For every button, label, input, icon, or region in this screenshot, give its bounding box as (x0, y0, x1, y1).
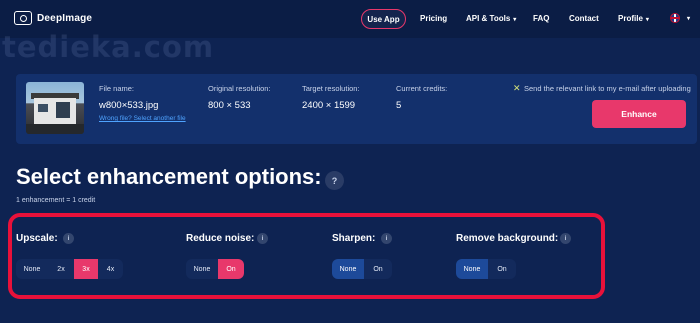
eye-logo-icon (14, 11, 32, 25)
upscale-option-3x[interactable]: 3x (74, 259, 98, 279)
chevron-down-icon[interactable]: ▾ (687, 15, 690, 22)
options-highlight-frame (8, 213, 605, 299)
upscale-option-2x[interactable]: 2x (48, 259, 74, 279)
nav-menu: Use App Pricing API & Tools ▾ FAQ Contact… (361, 9, 690, 29)
nav-pricing[interactable]: Pricing (420, 14, 447, 23)
target-resolution-label: Target resolution: (302, 84, 360, 93)
enhance-button[interactable]: Enhance (592, 100, 686, 128)
uploaded-image-thumbnail (26, 82, 84, 134)
credits-value: 5 (396, 100, 402, 111)
watermark: tedieka.com (2, 30, 215, 64)
upscale-option-none[interactable]: None (16, 259, 48, 279)
nav-api-tools[interactable]: API & Tools ▾ (466, 14, 516, 23)
original-resolution-label: Original resolution: (208, 84, 271, 93)
help-icon[interactable]: ? (325, 171, 344, 190)
reduce-noise-info-icon[interactable]: i (257, 233, 268, 244)
nav-profile-label: Profile (618, 14, 643, 23)
file-name-label: File name: (99, 84, 135, 93)
sharpen-label: Sharpen: (332, 233, 376, 244)
select-another-file-link[interactable]: Wrong file? Select another file (99, 115, 186, 122)
file-info-card: File name: w800×533.jpg Wrong file? Sele… (16, 74, 697, 144)
logo[interactable]: DeepImage (14, 11, 92, 25)
email-checkbox[interactable]: ✕ (513, 83, 521, 94)
reduce-noise-selector: None On (186, 259, 244, 279)
chevron-down-icon: ▾ (645, 17, 649, 23)
remove-background-label: Remove background: (456, 233, 559, 244)
remove-background-selector: None On (456, 259, 516, 279)
language-flag-icon[interactable] (670, 13, 680, 23)
page-title: Select enhancement options: (16, 164, 322, 189)
use-app-button[interactable]: Use App (361, 9, 406, 29)
upscale-option-4x[interactable]: 4x (98, 259, 123, 279)
reduce-noise-label: Reduce noise: (186, 233, 255, 244)
credit-note: 1 enhancement = 1 credit (16, 197, 96, 204)
logo-text: DeepImage (37, 12, 93, 24)
sharpen-info-icon[interactable]: i (381, 233, 392, 244)
sharpen-selector: None On (332, 259, 392, 279)
nav-faq[interactable]: FAQ (533, 14, 549, 23)
email-checkbox-label: Send the relevant link to my e-mail afte… (524, 84, 691, 93)
credits-label: Current credits: (396, 84, 448, 93)
reduce-noise-option-on[interactable]: On (218, 259, 244, 279)
upscale-label: Upscale: (16, 233, 58, 244)
sharpen-option-none[interactable]: None (332, 259, 364, 279)
original-resolution-value: 800 × 533 (208, 100, 251, 111)
nav-profile[interactable]: Profile ▾ (618, 14, 649, 23)
upscale-info-icon[interactable]: i (63, 233, 74, 244)
nav-contact[interactable]: Contact (569, 14, 599, 23)
chevron-down-icon: ▾ (513, 17, 517, 23)
nav-api-tools-label: API & Tools (466, 14, 511, 23)
target-resolution-value: 2400 × 1599 (302, 100, 356, 111)
remove-background-option-on[interactable]: On (488, 259, 516, 279)
remove-background-option-none[interactable]: None (456, 259, 488, 279)
upscale-selector: None 2x 3x 4x (16, 259, 123, 279)
reduce-noise-option-none[interactable]: None (186, 259, 218, 279)
file-name-value: w800×533.jpg (99, 100, 159, 111)
remove-background-info-icon[interactable]: i (560, 233, 571, 244)
sharpen-option-on[interactable]: On (364, 259, 392, 279)
